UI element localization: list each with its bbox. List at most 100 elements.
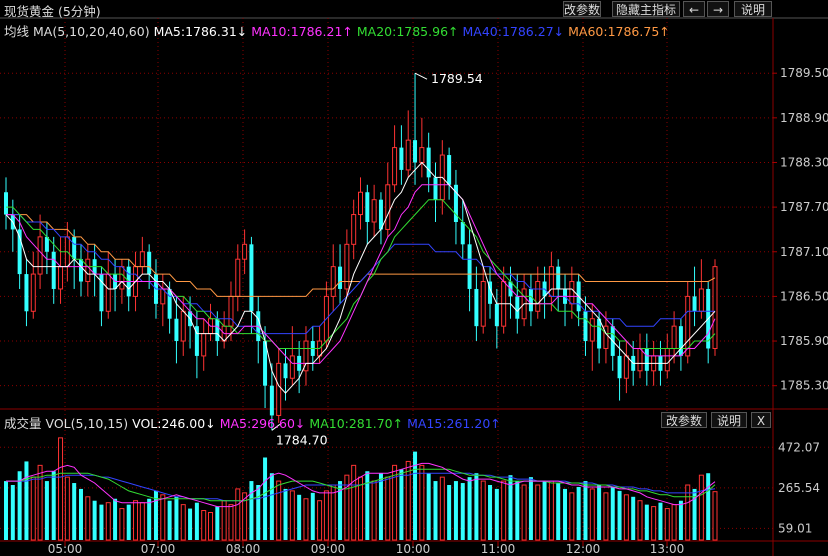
time-tick-label: 05:00 [48, 542, 83, 556]
volume-bar [4, 481, 8, 540]
low-price-label: 1784.70 [276, 432, 328, 447]
volume-bar [174, 496, 179, 540]
volume-bar [160, 494, 166, 541]
candle [276, 362, 282, 416]
volume-bar [188, 508, 193, 540]
time-tick-label: 09:00 [311, 542, 346, 556]
vol-info-bar: 成交量 VOL(5,10,15) VOL:246.00↓ MA5:296.60↓ MA1… [4, 413, 505, 432]
volume-bar [610, 486, 615, 540]
volume-bar [467, 477, 472, 540]
candle [378, 199, 383, 230]
vol-ma10-value: MA10:281.70↑ [309, 416, 404, 431]
volume-bar [180, 504, 186, 541]
price-tick-label: 1785.30 [780, 379, 828, 393]
ma-params: MA(5,10,20,40,60) [33, 24, 150, 39]
candle [167, 288, 172, 319]
page-title: 现货黄金 (5分钟) [4, 4, 101, 19]
time-tick-label: 10:00 [396, 542, 431, 556]
time-tick-label: 12:00 [566, 542, 601, 556]
candle [589, 318, 595, 342]
candle [201, 333, 207, 357]
volume-bar [139, 502, 145, 541]
volume-bar [494, 488, 499, 540]
candle [85, 258, 91, 283]
candle [242, 243, 248, 260]
ma40-value: MA40:1786.27↓ [462, 24, 565, 39]
candle [569, 281, 575, 305]
volume-bar [351, 464, 357, 541]
ma60-value: MA60:1786.75↑ [568, 24, 670, 39]
ma5-value: MA5:1786.31↓ [153, 24, 248, 39]
volume-bar [631, 496, 636, 540]
volume-bar [147, 498, 152, 540]
edit-params-button[interactable]: 改参数 [563, 1, 601, 17]
volume-bar [358, 476, 363, 541]
volume-bar [276, 480, 282, 541]
volume-bar [51, 471, 56, 540]
vol-help-button[interactable]: 说明 [711, 412, 747, 428]
volume-bar [119, 508, 125, 541]
volume-tick-label: 59.01 [778, 521, 812, 535]
close-icon[interactable]: X [751, 412, 771, 428]
volume-bar [269, 473, 274, 540]
candle [556, 266, 561, 289]
vol-params: VOL(5,10,15) [45, 416, 129, 431]
volume-bar [10, 485, 15, 540]
vol-edit-params-button[interactable]: 改参数 [661, 412, 707, 428]
hide-main-indicator-button[interactable]: 隐藏主指标 [612, 1, 680, 17]
volume-bar [617, 490, 622, 540]
candle [426, 147, 431, 178]
candle [358, 191, 363, 216]
candle [72, 236, 77, 260]
high-price-label: 1789.54 [431, 71, 483, 86]
ma10-value: MA10:1786.21↑ [251, 24, 353, 39]
candle [4, 192, 8, 215]
candle [139, 251, 145, 268]
volume-bar [44, 481, 49, 540]
volume-bar [201, 510, 207, 541]
volume-bar [712, 491, 718, 541]
candle [235, 258, 241, 297]
volume-bar [371, 480, 377, 541]
volume-bar [439, 476, 445, 541]
candle [58, 266, 64, 290]
volume-bar [644, 504, 649, 540]
help-button[interactable]: 说明 [734, 1, 772, 17]
candle [413, 140, 418, 163]
volume-bar [563, 488, 568, 540]
high-marker-line [414, 72, 428, 80]
volume-bar [92, 500, 97, 540]
chart-canvas[interactable]: 1789.50 1788.90 1788.30 1787.70 1787.10 1786.… [0, 0, 828, 556]
volume-tick-label: 265.54 [778, 481, 820, 495]
ma-panel-label: 均线 [4, 24, 30, 39]
time-tick-label: 11:00 [481, 542, 516, 556]
candle [228, 295, 234, 327]
price-tick-label: 1786.50 [780, 289, 828, 303]
candle [30, 273, 36, 312]
price-tick-label: 1789.50 [780, 66, 828, 80]
volume-bar [99, 504, 104, 540]
volume-bar [569, 492, 575, 541]
volume-bar [310, 492, 315, 540]
volume-bar [488, 485, 493, 540]
candle [399, 147, 404, 170]
candle [671, 325, 677, 349]
arrow-right-icon[interactable]: → [707, 1, 729, 17]
volume-bar [303, 498, 309, 541]
volume-bar [208, 512, 214, 541]
candle [623, 355, 629, 379]
volume-bar [399, 469, 404, 540]
volume-bar [378, 473, 383, 540]
volume-bar [263, 457, 268, 540]
arrow-left-icon[interactable]: ← [683, 1, 705, 17]
ma-info-bar: 均线 MA(5,10,20,40,60) MA5:1786.31↓ MA10:1786… [4, 21, 674, 40]
candle [105, 273, 111, 312]
volume-bar [678, 500, 683, 540]
candle [392, 147, 398, 186]
candle [644, 348, 649, 371]
volume-bar [480, 480, 486, 541]
volume-bar [658, 502, 663, 540]
candle [371, 199, 377, 223]
candle [338, 266, 343, 289]
volume-tick-label: 472.07 [778, 440, 820, 454]
